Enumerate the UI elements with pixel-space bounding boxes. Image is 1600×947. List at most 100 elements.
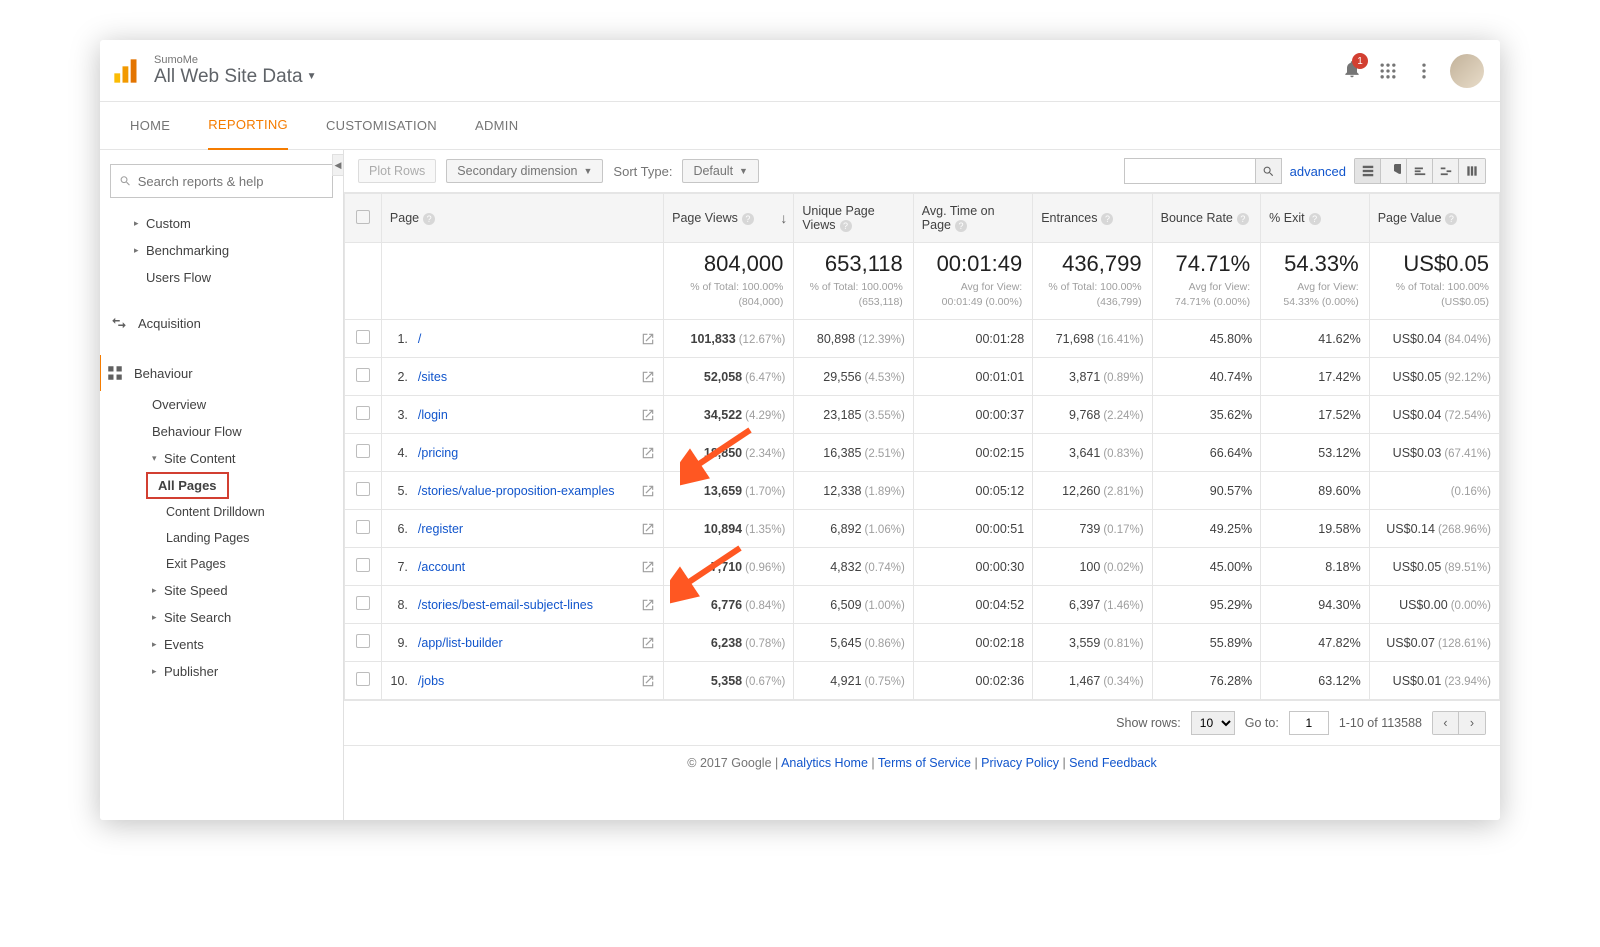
- open-external-icon[interactable]: [641, 484, 655, 498]
- sidebar-item-publisher[interactable]: ▸Publisher: [106, 658, 337, 685]
- col-avg-time[interactable]: Avg. Time on Page?: [913, 194, 1032, 243]
- plot-rows-button[interactable]: Plot Rows: [358, 159, 436, 183]
- table-row: 4./pricing 18,850(2.34%) 16,385(2.51%) 0…: [345, 434, 1500, 472]
- open-external-icon[interactable]: [641, 560, 655, 574]
- row-checkbox[interactable]: [345, 396, 382, 434]
- footer-link-privacy[interactable]: Privacy Policy: [981, 756, 1059, 770]
- tab-reporting[interactable]: REPORTING: [208, 101, 288, 151]
- sidebar-item-site-search[interactable]: ▸Site Search: [106, 604, 337, 631]
- help-icon[interactable]: ?: [423, 213, 435, 225]
- open-external-icon[interactable]: [641, 370, 655, 384]
- help-icon[interactable]: ?: [1445, 213, 1457, 225]
- sidebar-item-site-speed[interactable]: ▸Site Speed: [106, 577, 337, 604]
- sort-type-dropdown[interactable]: Default▼: [682, 159, 759, 183]
- sidebar-item-custom[interactable]: ▸Custom: [106, 210, 337, 237]
- collapse-sidebar-button[interactable]: ◀: [332, 154, 344, 176]
- tab-admin[interactable]: ADMIN: [475, 102, 518, 149]
- open-external-icon[interactable]: [641, 636, 655, 650]
- view-bar-icon[interactable]: [1407, 159, 1433, 183]
- row-checkbox[interactable]: [345, 548, 382, 586]
- open-external-icon[interactable]: [641, 522, 655, 536]
- sidebar-item-benchmarking[interactable]: ▸Benchmarking: [106, 237, 337, 264]
- view-selector[interactable]: All Web Site Data▼: [154, 66, 316, 88]
- search-input[interactable]: [138, 174, 324, 189]
- notifications-button[interactable]: 1: [1342, 59, 1362, 82]
- col-unique-page-views[interactable]: Unique Page Views?: [794, 194, 913, 243]
- page-link[interactable]: /sites: [418, 370, 447, 384]
- view-table-icon[interactable]: [1355, 159, 1381, 183]
- col-page-value[interactable]: Page Value?: [1369, 194, 1499, 243]
- sidebar-item-all-pages[interactable]: All Pages: [146, 472, 229, 499]
- sidebar-item-behaviour-flow[interactable]: Behaviour Flow: [106, 418, 337, 445]
- row-checkbox[interactable]: [345, 662, 382, 700]
- view-pie-icon[interactable]: [1381, 159, 1407, 183]
- row-checkbox[interactable]: [345, 472, 382, 510]
- show-rows-select[interactable]: 10: [1191, 711, 1235, 735]
- col-entrances[interactable]: Entrances?: [1033, 194, 1152, 243]
- sidebar-item-users-flow[interactable]: Users Flow: [106, 264, 337, 291]
- cell-page-value: US$0.03(67.41%): [1369, 434, 1499, 472]
- sidebar-item-events[interactable]: ▸Events: [106, 631, 337, 658]
- sidebar-item-overview[interactable]: Overview: [106, 391, 337, 418]
- view-pivot-icon[interactable]: [1459, 159, 1485, 183]
- tab-home[interactable]: HOME: [130, 102, 170, 149]
- page-link[interactable]: /app/list-builder: [418, 636, 503, 650]
- help-icon[interactable]: ?: [742, 213, 754, 225]
- page-link[interactable]: /: [418, 332, 421, 346]
- page-link[interactable]: /pricing: [418, 446, 458, 460]
- page-link[interactable]: /jobs: [418, 674, 444, 688]
- advanced-link[interactable]: advanced: [1290, 164, 1346, 179]
- more-menu-icon[interactable]: [1414, 61, 1434, 81]
- pager-prev-button[interactable]: ‹: [1433, 712, 1459, 734]
- cell-exit: 17.52%: [1261, 396, 1370, 434]
- open-external-icon[interactable]: [641, 598, 655, 612]
- row-checkbox[interactable]: [345, 510, 382, 548]
- footer-link-feedback[interactable]: Send Feedback: [1069, 756, 1157, 770]
- select-all-checkbox[interactable]: [345, 194, 382, 243]
- sidebar-section-acquisition[interactable]: Acquisition: [106, 305, 337, 341]
- row-checkbox[interactable]: [345, 434, 382, 472]
- cell-entrances: 100(0.02%): [1033, 548, 1152, 586]
- page-link[interactable]: /login: [418, 408, 448, 422]
- cell-page-value: US$0.04(72.54%): [1369, 396, 1499, 434]
- help-icon[interactable]: ?: [1309, 213, 1321, 225]
- pager-next-button[interactable]: ›: [1459, 712, 1485, 734]
- table-search-input[interactable]: [1125, 159, 1255, 183]
- page-link[interactable]: /account: [418, 560, 465, 574]
- open-external-icon[interactable]: [641, 446, 655, 460]
- sidebar-item-site-content[interactable]: ▾Site Content: [106, 445, 337, 472]
- row-checkbox[interactable]: [345, 586, 382, 624]
- apps-icon[interactable]: [1378, 61, 1398, 81]
- tab-customisation[interactable]: CUSTOMISATION: [326, 102, 437, 149]
- open-external-icon[interactable]: [641, 674, 655, 688]
- row-checkbox[interactable]: [345, 320, 382, 358]
- col-exit[interactable]: % Exit?: [1261, 194, 1370, 243]
- user-avatar[interactable]: [1450, 54, 1484, 88]
- help-icon[interactable]: ?: [840, 220, 852, 232]
- secondary-dimension-dropdown[interactable]: Secondary dimension▼: [446, 159, 603, 183]
- col-page[interactable]: Page?: [381, 194, 663, 243]
- view-comparison-icon[interactable]: [1433, 159, 1459, 183]
- footer-link-analytics-home[interactable]: Analytics Home: [781, 756, 868, 770]
- goto-input[interactable]: [1289, 711, 1329, 735]
- row-checkbox[interactable]: [345, 358, 382, 396]
- footer-link-terms[interactable]: Terms of Service: [878, 756, 971, 770]
- sidebar-item-landing-pages[interactable]: Landing Pages: [106, 525, 337, 551]
- page-link[interactable]: /stories/best-email-subject-lines: [418, 598, 593, 612]
- table-search-button[interactable]: [1255, 159, 1281, 183]
- help-icon[interactable]: ?: [955, 220, 967, 232]
- help-icon[interactable]: ?: [1101, 213, 1113, 225]
- sidebar-section-behaviour[interactable]: Behaviour: [100, 355, 337, 391]
- page-link[interactable]: /register: [418, 522, 463, 536]
- col-page-views[interactable]: Page Views?↓: [664, 194, 794, 243]
- sidebar-item-content-drilldown[interactable]: Content Drilldown: [106, 499, 337, 525]
- help-icon[interactable]: ?: [1237, 213, 1249, 225]
- open-external-icon[interactable]: [641, 408, 655, 422]
- page-link[interactable]: /stories/value-proposition-examples: [418, 484, 615, 498]
- sidebar-item-exit-pages[interactable]: Exit Pages: [106, 551, 337, 577]
- row-number: 6.: [390, 522, 412, 536]
- col-bounce-rate[interactable]: Bounce Rate?: [1152, 194, 1261, 243]
- sidebar-search[interactable]: [110, 164, 333, 198]
- row-checkbox[interactable]: [345, 624, 382, 662]
- open-external-icon[interactable]: [641, 332, 655, 346]
